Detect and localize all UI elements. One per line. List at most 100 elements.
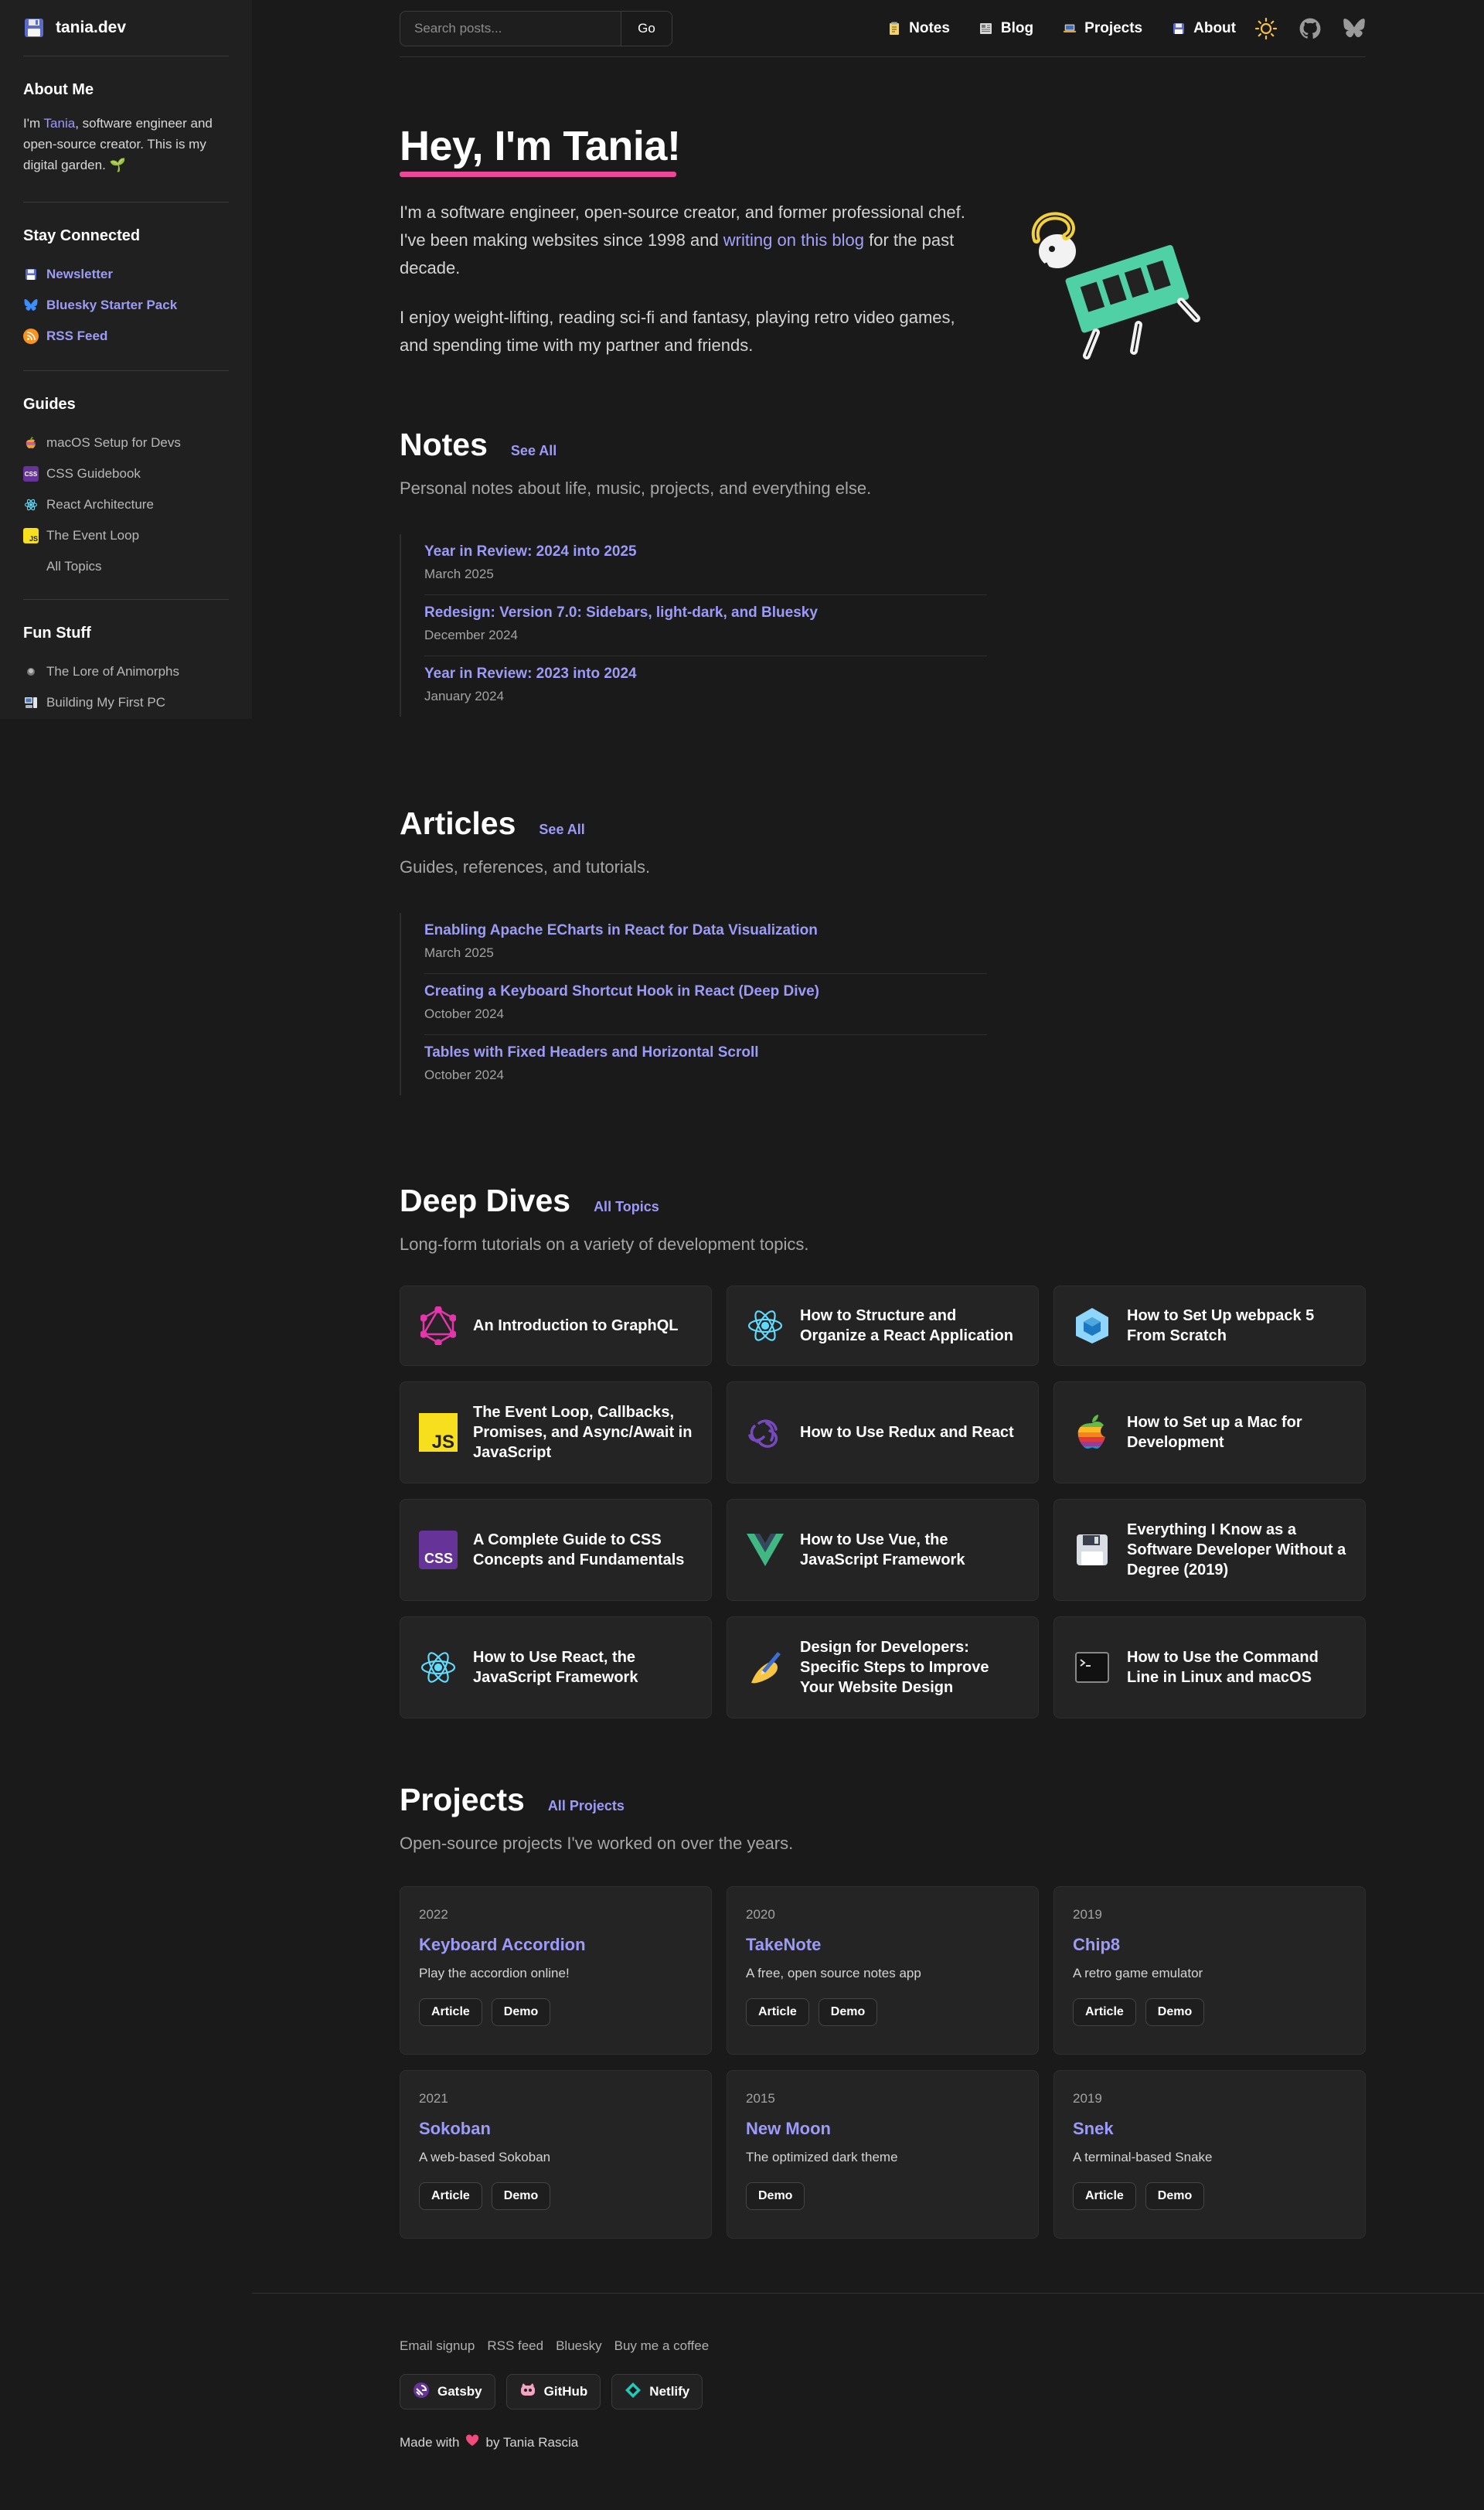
footer-coffee-link[interactable]: Buy me a coffee [614, 2338, 710, 2354]
nav-notes[interactable]: Notes [887, 20, 950, 37]
newsletter-link[interactable]: Newsletter [23, 259, 229, 290]
projects-all-link[interactable]: All Projects [548, 1798, 625, 1814]
bluesky-starter-label: Bluesky Starter Pack [46, 298, 178, 312]
notes-see-all-link[interactable]: See All [511, 443, 556, 459]
fun-animorphs[interactable]: The Lore of Animorphs [23, 656, 229, 687]
github-badge[interactable]: GitHub [505, 2374, 601, 2410]
project-description: The optimized dark theme [746, 2150, 898, 2164]
nav-blog-label: Blog [1000, 19, 1034, 36]
github-icon[interactable] [1299, 18, 1321, 39]
rss-icon [23, 329, 39, 344]
project-buttons: Article Demo [1073, 2182, 1346, 2210]
sun-icon[interactable] [1254, 17, 1278, 40]
brand[interactable]: tania.dev [23, 0, 229, 56]
dive-card[interactable]: How to Use React, the JavaScript Framewo… [400, 1616, 712, 1718]
guide-css-guidebook[interactable]: CSS CSS Guidebook [23, 458, 229, 489]
dive-title: How to Set Up webpack 5 From Scratch [1127, 1307, 1315, 1344]
deep-dives-section: Deep Dives All Topics Long-form tutorial… [400, 1183, 1366, 1782]
article-button[interactable]: Article [419, 2182, 482, 2210]
bluesky-starter-link[interactable]: Bluesky Starter Pack [23, 290, 229, 321]
javascript-icon: JS [419, 1413, 458, 1452]
search-go-button[interactable]: Go [621, 11, 672, 46]
guide-macos-setup[interactable]: macOS Setup for Devs [23, 427, 229, 458]
bluesky-icon[interactable] [1343, 18, 1366, 39]
nav-about[interactable]: About [1172, 20, 1236, 37]
dive-card[interactable]: JS The Event Loop, Callbacks, Promises, … [400, 1381, 712, 1483]
post-link[interactable]: Tables with Fixed Headers and Horizontal… [424, 1044, 987, 1061]
list-item: Enabling Apache ECharts in React for Dat… [424, 913, 987, 974]
nav-links: Notes Blog Projects About [887, 20, 1236, 37]
projects-header: Projects All Projects [400, 1782, 1366, 1818]
rss-feed-label: RSS Feed [46, 329, 108, 343]
nav-projects[interactable]: Projects [1063, 20, 1142, 37]
dive-card[interactable]: Design for Developers: Specific Steps to… [727, 1616, 1039, 1718]
demo-button[interactable]: Demo [818, 1998, 878, 2026]
project-name-link[interactable]: Keyboard Accordion [419, 1935, 693, 1955]
gatsby-badge[interactable]: Gatsby [400, 2374, 495, 2410]
post-link[interactable]: Year in Review: 2023 into 2024 [424, 666, 987, 683]
guide-react-architecture[interactable]: React Architecture [23, 489, 229, 520]
dive-card[interactable]: CSS A Complete Guide to CSS Concepts and… [400, 1499, 712, 1601]
top-nav: Go Notes Blog Projects About [400, 0, 1366, 57]
project-name-link[interactable]: Snek [1073, 2119, 1346, 2139]
article-button[interactable]: Article [1073, 1998, 1136, 2026]
dive-title: An Introduction to GraphQL [473, 1317, 679, 1334]
fun-first-pc[interactable]: Building My First PC [23, 687, 229, 718]
dive-card[interactable]: An Introduction to GraphQL [400, 1286, 712, 1366]
about-text: I'm Tania, software engineer and open-so… [23, 113, 229, 175]
dive-title: How to Use Redux and React [800, 1424, 1014, 1441]
post-link[interactable]: Enabling Apache ECharts in React for Dat… [424, 922, 987, 939]
footer-rss-link[interactable]: RSS feed [487, 2338, 543, 2354]
demo-button[interactable]: Demo [491, 2182, 551, 2210]
rss-feed-link[interactable]: RSS Feed [23, 321, 229, 352]
project-name-link[interactable]: Chip8 [1073, 1935, 1346, 1955]
article-button[interactable]: Article [419, 1998, 482, 2026]
connected-section: Stay Connected Newsletter Bluesky Starte… [23, 203, 229, 370]
search-input[interactable] [400, 11, 621, 46]
demo-button[interactable]: Demo [491, 1998, 551, 2026]
project-year: 2021 [419, 2091, 448, 2106]
post-link[interactable]: Redesign: Version 7.0: Sidebars, light-d… [424, 605, 987, 622]
hero-title: Hey, I'm Tania! [400, 123, 681, 169]
dive-card[interactable]: Everything I Know as a Software Develope… [1053, 1499, 1366, 1601]
article-button[interactable]: Article [746, 1998, 809, 2026]
demo-button[interactable]: Demo [746, 2182, 805, 2210]
dive-card[interactable]: How to Use the Command Line in Linux and… [1053, 1616, 1366, 1718]
nav-blog[interactable]: Blog [979, 20, 1033, 37]
gatsby-icon [413, 2382, 430, 2403]
post-link[interactable]: Creating a Keyboard Shortcut Hook in Rea… [424, 983, 987, 1000]
dive-card[interactable]: How to Use Vue, the JavaScript Framework [727, 1499, 1039, 1601]
article-button[interactable]: Article [1073, 2182, 1136, 2210]
project-buttons: Article Demo [419, 2182, 693, 2210]
project-name-link[interactable]: New Moon [746, 2119, 1019, 2139]
footer-email-signup-link[interactable]: Email signup [400, 2338, 475, 2354]
demo-button[interactable]: Demo [1145, 1998, 1205, 2026]
project-name-link[interactable]: TakeNote [746, 1935, 1019, 1955]
demo-button[interactable]: Demo [1145, 2182, 1205, 2210]
dives-subtitle: Long-form tutorials on a variety of deve… [400, 1235, 809, 1254]
guide-event-loop[interactable]: JS The Event Loop [23, 520, 229, 551]
list-item: Year in Review: 2024 into 2025 March 202… [424, 534, 987, 595]
dive-title: How to Use React, the JavaScript Framewo… [473, 1649, 638, 1686]
articles-title: Articles [400, 805, 516, 841]
project-name-link[interactable]: Sokoban [419, 2119, 693, 2139]
about-name-link[interactable]: Tania [44, 116, 76, 131]
dive-card[interactable]: How to Structure and Organize a React Ap… [727, 1286, 1039, 1366]
project-year: 2020 [746, 1907, 775, 1922]
about-intro-prefix: I'm [23, 116, 44, 131]
post-link[interactable]: Year in Review: 2024 into 2025 [424, 543, 987, 560]
dive-card[interactable]: How to Use Redux and React [727, 1381, 1039, 1483]
dive-card[interactable]: How to Set Up webpack 5 From Scratch [1053, 1286, 1366, 1366]
netlify-badge[interactable]: Netlify [611, 2374, 703, 2410]
react-icon [746, 1306, 785, 1345]
guide-all-topics[interactable]: All Topics [23, 551, 229, 582]
nav-about-label: About [1193, 19, 1236, 36]
footer-bluesky-link[interactable]: Bluesky [556, 2338, 602, 2354]
projects-grid: 2022 Keyboard Accordion Play the accordi… [400, 1886, 1366, 2239]
dive-card[interactable]: How to Set up a Mac for Development [1053, 1381, 1366, 1483]
writing-blog-link[interactable]: writing on this blog [723, 230, 864, 250]
dives-all-topics-link[interactable]: All Topics [594, 1199, 659, 1215]
guide-css-label: CSS Guidebook [46, 466, 141, 481]
articles-see-all-link[interactable]: See All [539, 822, 584, 838]
notes-title: Notes [400, 427, 488, 462]
